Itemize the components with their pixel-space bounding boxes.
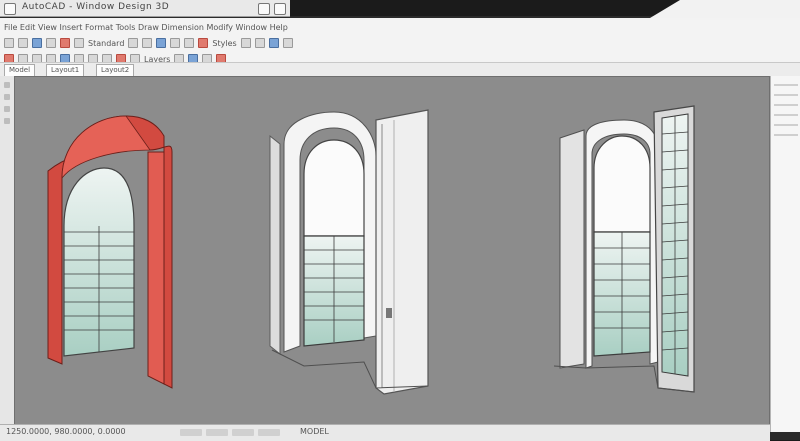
palette-tool-icon[interactable] [4,118,10,124]
document-tabs: Model Layout1 Layout2 [0,62,800,77]
dim-style-icon[interactable] [254,38,265,48]
panel-divider [774,124,798,126]
redo-icon[interactable] [74,38,84,48]
panel-divider [774,84,798,86]
panel-divider [774,134,798,136]
toolbar-label-styles: Styles [212,38,237,48]
toolbar-row-standard: Standard Styles [0,36,800,50]
zoom-icon[interactable] [142,38,153,48]
menu-row: File Edit View Insert Format Tools Draw … [0,20,800,34]
panel-divider [774,114,798,116]
undo-icon[interactable] [60,38,70,48]
window-corner-panel [650,0,800,18]
new-file-icon[interactable] [4,38,14,48]
palette-tool-icon[interactable] [4,106,10,112]
properties-panel [770,76,800,432]
toolbar-label-standard: Standard [88,38,125,48]
snap-toggle[interactable] [180,429,202,436]
app-logo-icon [4,3,16,15]
grid-toggle[interactable] [206,429,228,436]
close-icon[interactable] [274,3,286,15]
properties-icon[interactable] [184,38,195,48]
ortho-toggle[interactable] [232,429,254,436]
orbit-icon[interactable] [156,38,167,48]
window-title: AutoCAD - Window Design 3D [22,2,170,12]
save-icon[interactable] [32,38,42,48]
settings-icon[interactable] [258,3,270,15]
open-file-icon[interactable] [18,38,28,48]
palette-tool-icon[interactable] [4,82,10,88]
red-arched-window-model[interactable] [47,115,173,389]
polar-toggle[interactable] [258,429,280,436]
open-window-model[interactable] [553,105,695,393]
left-tool-palette [0,76,15,432]
title-bar: AutoCAD - Window Design 3D [0,0,290,17]
white-arched-door-model[interactable] [269,109,429,395]
multileader-icon[interactable] [282,38,293,48]
pan-icon[interactable] [128,38,139,48]
door-handle-icon [386,308,392,318]
palette-tool-icon[interactable] [4,94,10,100]
coordinate-readout: 1250.0000, 980.0000, 0.0000 [6,427,126,436]
panel-divider [774,104,798,106]
render-icon[interactable] [198,38,209,48]
layer-icon[interactable] [170,38,181,48]
model-space-indicator[interactable]: MODEL [300,427,329,436]
table-style-icon[interactable] [268,38,279,48]
status-bar: 1250.0000, 980.0000, 0.0000 MODEL [0,424,770,441]
print-icon[interactable] [46,38,56,48]
viewport-scene[interactable] [14,76,768,424]
panel-divider [774,94,798,96]
menu-bar[interactable]: File Edit View Insert Format Tools Draw … [4,23,288,32]
text-style-icon[interactable] [240,38,251,48]
